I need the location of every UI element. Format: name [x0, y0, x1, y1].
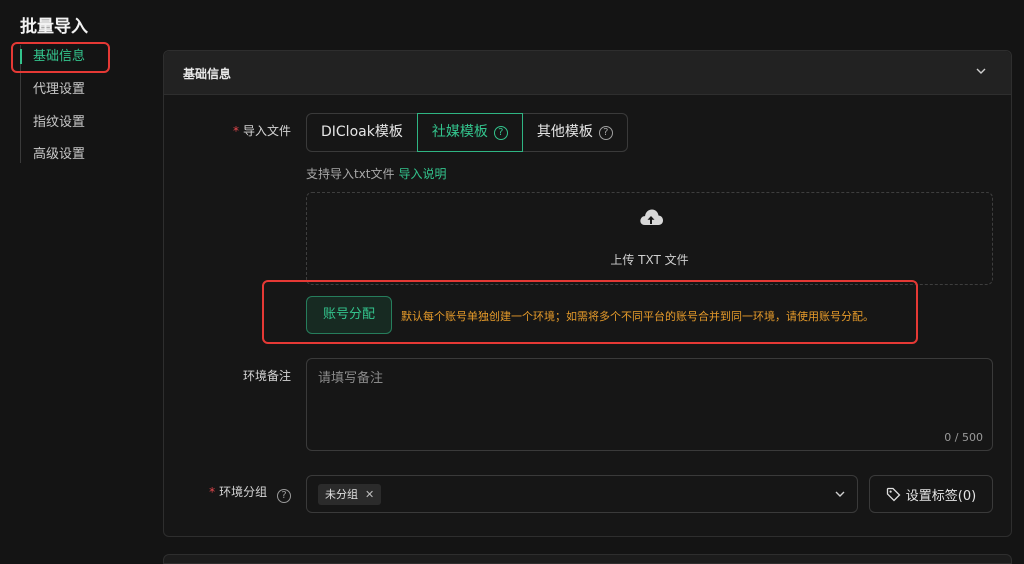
- next-panel-edge: [163, 554, 1012, 564]
- question-circle-icon[interactable]: ?: [493, 125, 508, 140]
- group-select[interactable]: 未分组 ✕: [306, 475, 858, 513]
- import-hint: 支持导入txt文件 导入说明: [306, 167, 447, 181]
- upload-dropzone[interactable]: 上传 TXT 文件: [306, 192, 993, 285]
- question-circle-icon[interactable]: ?: [598, 125, 613, 140]
- account-allocation-note: 默认每个账号单独创建一个环境；如需将多个不同平台的账号合并到同一环境，请使用账号…: [401, 310, 874, 323]
- template-switcher: DICloak模板 社媒模板 ? 其他模板 ?: [306, 113, 628, 152]
- group-tag-label: 未分组: [325, 488, 358, 501]
- chevron-down-icon[interactable]: [833, 487, 847, 501]
- close-icon[interactable]: ✕: [365, 484, 374, 505]
- question-circle-icon[interactable]: ?: [277, 489, 291, 503]
- account-allocation-button[interactable]: 账号分配: [306, 296, 392, 334]
- remark-field[interactable]: 0 / 500: [306, 358, 993, 451]
- import-instructions-link[interactable]: 导入说明: [399, 167, 447, 181]
- sidebar-item-fingerprint-settings[interactable]: 指纹设置: [20, 111, 85, 135]
- template-other-button[interactable]: 其他模板 ?: [521, 113, 628, 152]
- nav-highlight-box: [11, 42, 110, 73]
- tag-icon: [886, 487, 901, 501]
- set-tags-label: 设置标签(0): [905, 488, 977, 504]
- remark-input[interactable]: [307, 359, 992, 450]
- template-dicloak-button[interactable]: DICloak模板: [306, 113, 418, 152]
- panel-header[interactable]: 基础信息: [164, 51, 1011, 95]
- basic-info-panel: 基础信息 * 导入文件 DICloak模板 社媒模板 ? 其他模板 ? 支持导入t…: [163, 50, 1012, 537]
- panel-title: 基础信息: [183, 67, 232, 81]
- cloud-upload-icon: [640, 209, 663, 225]
- chevron-up-icon[interactable]: [973, 63, 989, 79]
- remark-label: 环境备注: [242, 369, 291, 383]
- group-tag: 未分组 ✕: [318, 484, 382, 505]
- required-mark: *: [232, 124, 239, 138]
- template-social-button[interactable]: 社媒模板 ?: [416, 113, 523, 152]
- upload-dropzone-text: 上传 TXT 文件: [610, 253, 689, 267]
- page-title: 批量导入: [20, 17, 88, 37]
- sidebar-item-advanced-settings[interactable]: 高级设置: [20, 143, 85, 167]
- set-tags-button[interactable]: 设置标签(0): [869, 475, 993, 513]
- import-file-label: * 导入文件: [232, 124, 291, 138]
- required-mark: *: [209, 485, 216, 499]
- sidebar-item-proxy-settings[interactable]: 代理设置: [20, 78, 85, 102]
- remark-char-counter: 0 / 500: [944, 431, 983, 444]
- group-label: * 环境分组 ?: [209, 483, 291, 503]
